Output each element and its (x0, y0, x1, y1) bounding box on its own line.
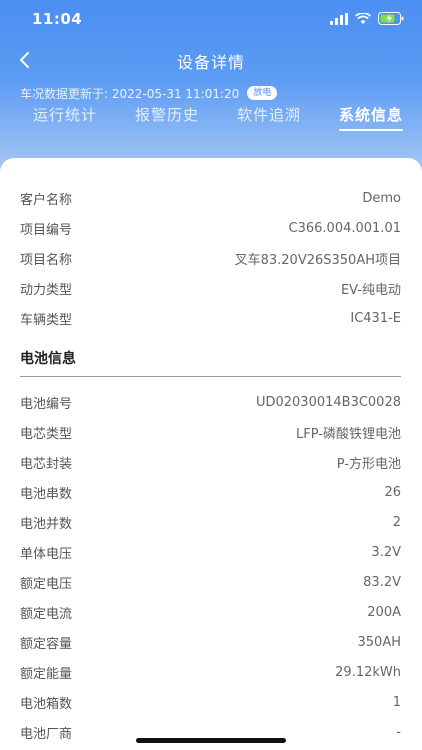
info-value: EV-纯电动 (340, 282, 401, 298)
status-time: 11:04 (32, 10, 83, 28)
info-value: Demo (362, 190, 401, 206)
info-value: 叉车83.20V26S350AH项目 (234, 252, 401, 268)
battery-label: 额定电流 (20, 606, 73, 622)
info-label: 车辆类型 (20, 312, 73, 328)
tab-software-trace[interactable]: 软件追溯 (237, 104, 301, 125)
battery-row-rated-energy: 额定能量 29.12kWh (20, 661, 401, 683)
battery-row-cell-package: 电芯封装 P-方形电池 (20, 451, 401, 473)
battery-value: 350AH (357, 634, 401, 650)
content-panel: 客户名称 Demo 项目编号 C366.004.001.01 项目名称 叉车83… (0, 158, 422, 750)
battery-label: 电池并数 (20, 516, 73, 532)
battery-label: 额定能量 (20, 666, 73, 682)
battery-label: 额定容量 (20, 636, 73, 652)
info-row-customer-name: 客户名称 Demo (20, 187, 401, 209)
battery-row-parallel-count: 电池并数 2 (20, 511, 401, 533)
tab-operation-stats[interactable]: 运行统计 (33, 104, 97, 125)
info-label: 动力类型 (20, 282, 73, 298)
status-badge: 放电 (247, 86, 278, 100)
battery-value: 3.2V (371, 544, 401, 560)
info-value: IC431-E (350, 310, 401, 326)
battery-value: 200A (367, 604, 401, 620)
info-row-vehicle-type: 车辆类型 IC431-E (20, 307, 401, 329)
battery-value: - (396, 724, 401, 740)
wifi-icon (355, 12, 371, 24)
page-title: 设备详情 (176, 53, 245, 72)
battery-value: 1 (392, 694, 401, 710)
battery-value: UD02030014B3C0028 (255, 394, 401, 410)
info-value: C366.004.001.01 (288, 220, 401, 236)
battery-value: 29.12kWh (335, 664, 401, 680)
battery-value: 26 (384, 484, 401, 500)
info-label: 项目编号 (20, 222, 73, 238)
tab-bar: 运行统计 报警历史 软件追溯 系统信息 (0, 104, 422, 132)
status-bar: 11:04 (0, 0, 422, 40)
battery-row-rated-current: 额定电流 200A (20, 601, 401, 623)
battery-row-cell-voltage: 单体电压 3.2V (20, 541, 401, 563)
battery-section-title: 电池信息 (20, 351, 76, 367)
battery-label: 单体电压 (20, 546, 73, 562)
battery-value: P-方形电池 (336, 456, 401, 472)
battery-row-id: 电池编号 UD02030014B3C0028 (20, 391, 401, 413)
info-row-power-type: 动力类型 EV-纯电动 (20, 277, 401, 299)
section-divider (20, 376, 401, 377)
info-label: 客户名称 (20, 192, 73, 208)
battery-value: 83.2V (363, 574, 401, 590)
battery-row-cell-type: 电芯类型 LFP-磷酸铁锂电池 (20, 421, 401, 443)
battery-charging-icon (378, 12, 404, 25)
battery-label: 电池编号 (20, 396, 73, 412)
update-timestamp: 车况数据更新于: 2022-05-31 11:01:20 (20, 86, 240, 101)
battery-row-box-count: 电池箱数 1 (20, 691, 401, 713)
battery-value: LFP-磷酸铁锂电池 (296, 426, 401, 442)
navigation-bar: 设备详情 (0, 42, 422, 76)
status-icons (330, 12, 404, 25)
battery-row-rated-voltage: 额定电压 83.2V (20, 571, 401, 593)
battery-row-series-count: 电池串数 26 (20, 481, 401, 503)
info-label: 项目名称 (20, 252, 73, 268)
battery-label: 电池串数 (20, 486, 73, 502)
active-tab-indicator (339, 129, 403, 131)
battery-label: 电池箱数 (20, 696, 73, 712)
signal-icon (330, 12, 348, 25)
home-indicator[interactable] (136, 738, 286, 743)
info-row-project-name: 项目名称 叉车83.20V26S350AH项目 (20, 247, 401, 269)
tab-system-info[interactable]: 系统信息 (339, 104, 403, 125)
battery-label: 电芯封装 (20, 456, 73, 472)
battery-value: 2 (392, 514, 401, 530)
info-row-project-code: 项目编号 C366.004.001.01 (20, 217, 401, 239)
battery-label: 额定电压 (20, 576, 73, 592)
battery-row-rated-capacity: 额定容量 350AH (20, 631, 401, 653)
update-info: 车况数据更新于: 2022-05-31 11:01:20 放电 (20, 84, 278, 102)
battery-label: 电池厂商 (20, 726, 73, 742)
battery-label: 电芯类型 (20, 426, 73, 442)
tab-alarm-history[interactable]: 报警历史 (135, 104, 199, 125)
